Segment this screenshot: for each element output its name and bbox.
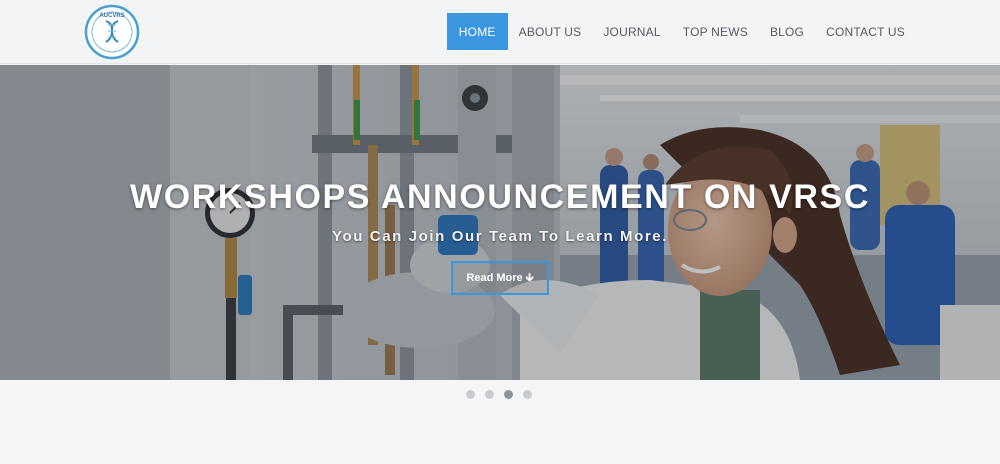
carousel-indicators xyxy=(466,390,542,399)
main-nav: HOME ABOUT US JOURNAL TOP NEWS BLOG CONT… xyxy=(446,13,916,50)
carousel-dot-3[interactable] xyxy=(504,390,513,399)
nav-journal[interactable]: JOURNAL xyxy=(592,13,671,50)
nav-blog[interactable]: BLOG xyxy=(759,13,815,50)
carousel-dot-1[interactable] xyxy=(466,390,475,399)
carousel-dot-2[interactable] xyxy=(485,390,494,399)
hero-slider: WORKSHOPS ANNOUNCEMENT ON VRSC You Can J… xyxy=(0,65,1000,380)
nav-contact-us[interactable]: CONTACT US xyxy=(815,13,916,50)
read-more-label: Read More xyxy=(466,272,523,284)
hero-title: WORKSHOPS ANNOUNCEMENT ON VRSC xyxy=(130,178,870,216)
hero-subtitle: You Can Join Our Team To Learn More. xyxy=(332,228,668,245)
carousel-dot-4[interactable] xyxy=(523,390,532,399)
nav-top-news[interactable]: TOP NEWS xyxy=(672,13,759,50)
site-logo[interactable]: AUCVRS xyxy=(84,4,140,60)
read-more-button[interactable]: Read More 🡳 xyxy=(451,261,549,295)
logo-text: AUCVRS xyxy=(99,13,124,19)
arrow-down-icon: 🡳 xyxy=(525,271,534,284)
nav-about-us[interactable]: ABOUT US xyxy=(508,13,593,50)
site-header: AUCVRS HOME ABOUT US JOURNAL TOP NEWS BL… xyxy=(0,0,1000,64)
hero-overlay xyxy=(0,65,1000,380)
nav-home[interactable]: HOME xyxy=(446,13,508,50)
